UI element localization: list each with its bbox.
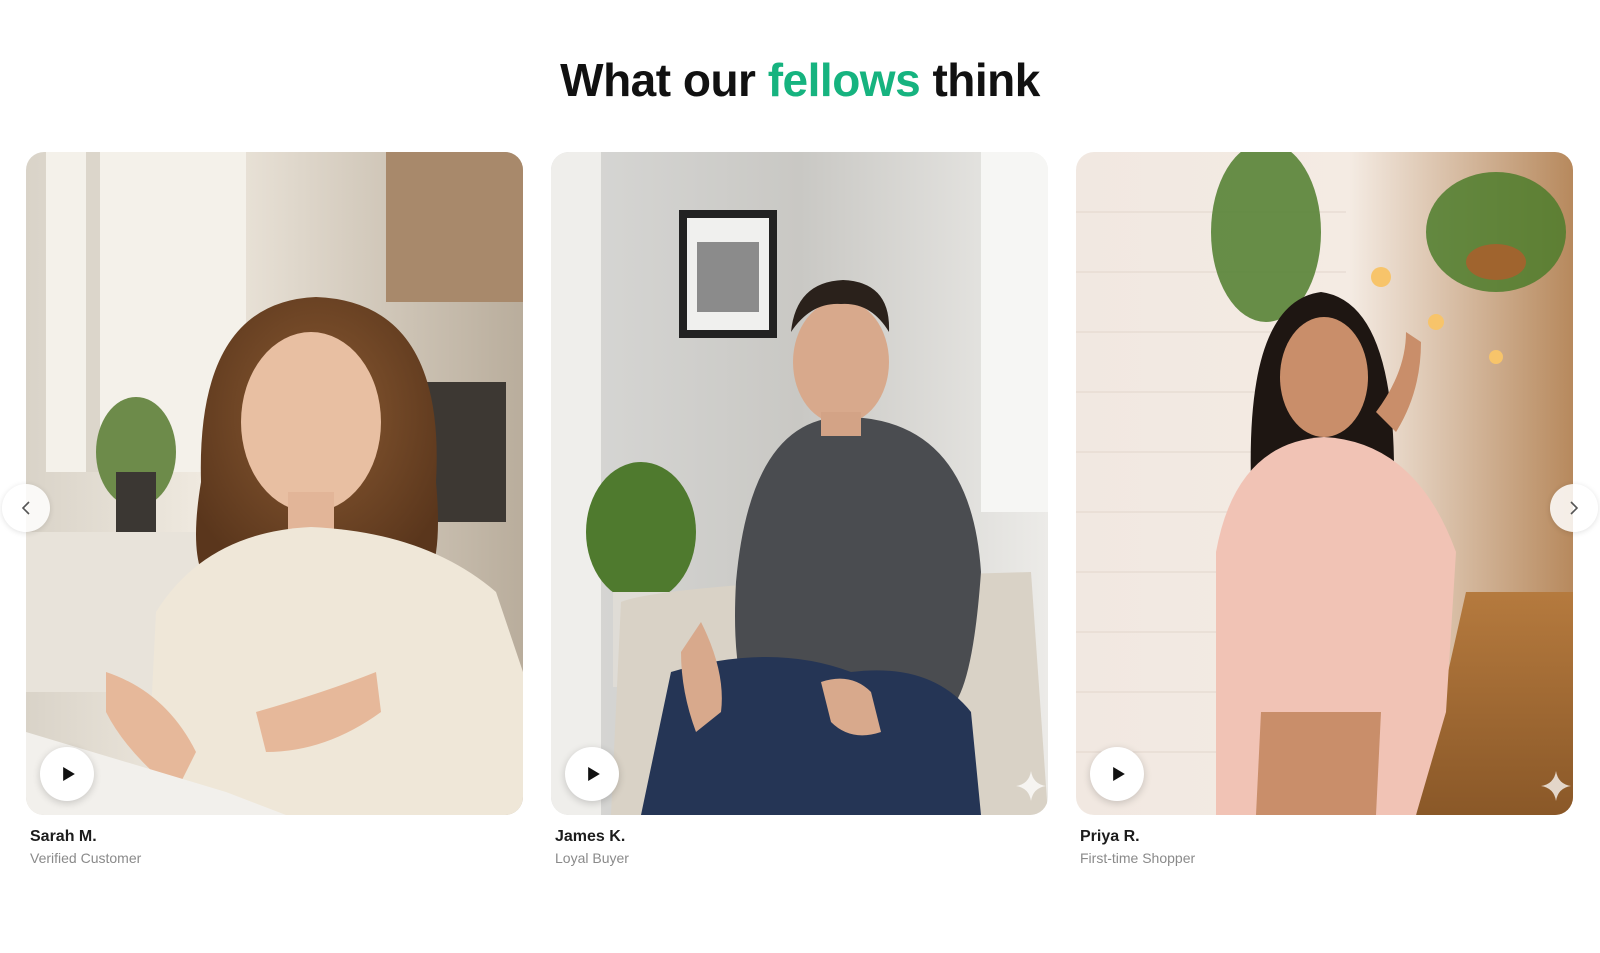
testimonial-card: Sarah M. Verified Customer [26, 152, 523, 867]
play-icon [587, 767, 600, 781]
play-icon [62, 767, 75, 781]
reviewer-role: Loyal Buyer [555, 850, 629, 866]
video-thumbnail [551, 152, 1048, 815]
reviewer-role: Verified Customer [30, 850, 142, 866]
chevron-left-icon [21, 501, 30, 515]
testimonial-card: James K. Loyal Buyer [551, 152, 1048, 867]
testimonials-section: What our fellows think Sarah M. Verified… [0, 0, 1600, 953]
play-button[interactable] [565, 747, 619, 801]
chevron-right-icon [1570, 501, 1579, 515]
heading-prefix: What our [560, 54, 768, 106]
play-icon [1112, 767, 1125, 781]
heading-accent: fellows [767, 54, 921, 106]
testimonial-video[interactable] [1076, 152, 1573, 815]
video-thumbnail [1076, 152, 1573, 815]
section-heading: What our fellows think [0, 52, 1600, 108]
play-button[interactable] [40, 747, 94, 801]
carousel-prev-button[interactable] [2, 484, 50, 532]
reviewer-name: Sarah M. [30, 828, 97, 845]
video-thumbnail [26, 152, 523, 815]
reviewer-role: First-time Shopper [1080, 850, 1196, 866]
heading-suffix: think [920, 54, 1040, 106]
testimonial-card: Priya R. First-time Shopper [1076, 152, 1573, 867]
testimonial-video[interactable] [551, 152, 1048, 815]
reviewer-name: Priya R. [1080, 828, 1140, 845]
carousel-next-button[interactable] [1550, 484, 1598, 532]
sparkle-icon [1541, 771, 1571, 801]
testimonial-video[interactable] [26, 152, 523, 815]
play-button[interactable] [1090, 747, 1144, 801]
reviewer-name: James K. [555, 828, 626, 845]
sparkle-icon [1016, 771, 1046, 801]
